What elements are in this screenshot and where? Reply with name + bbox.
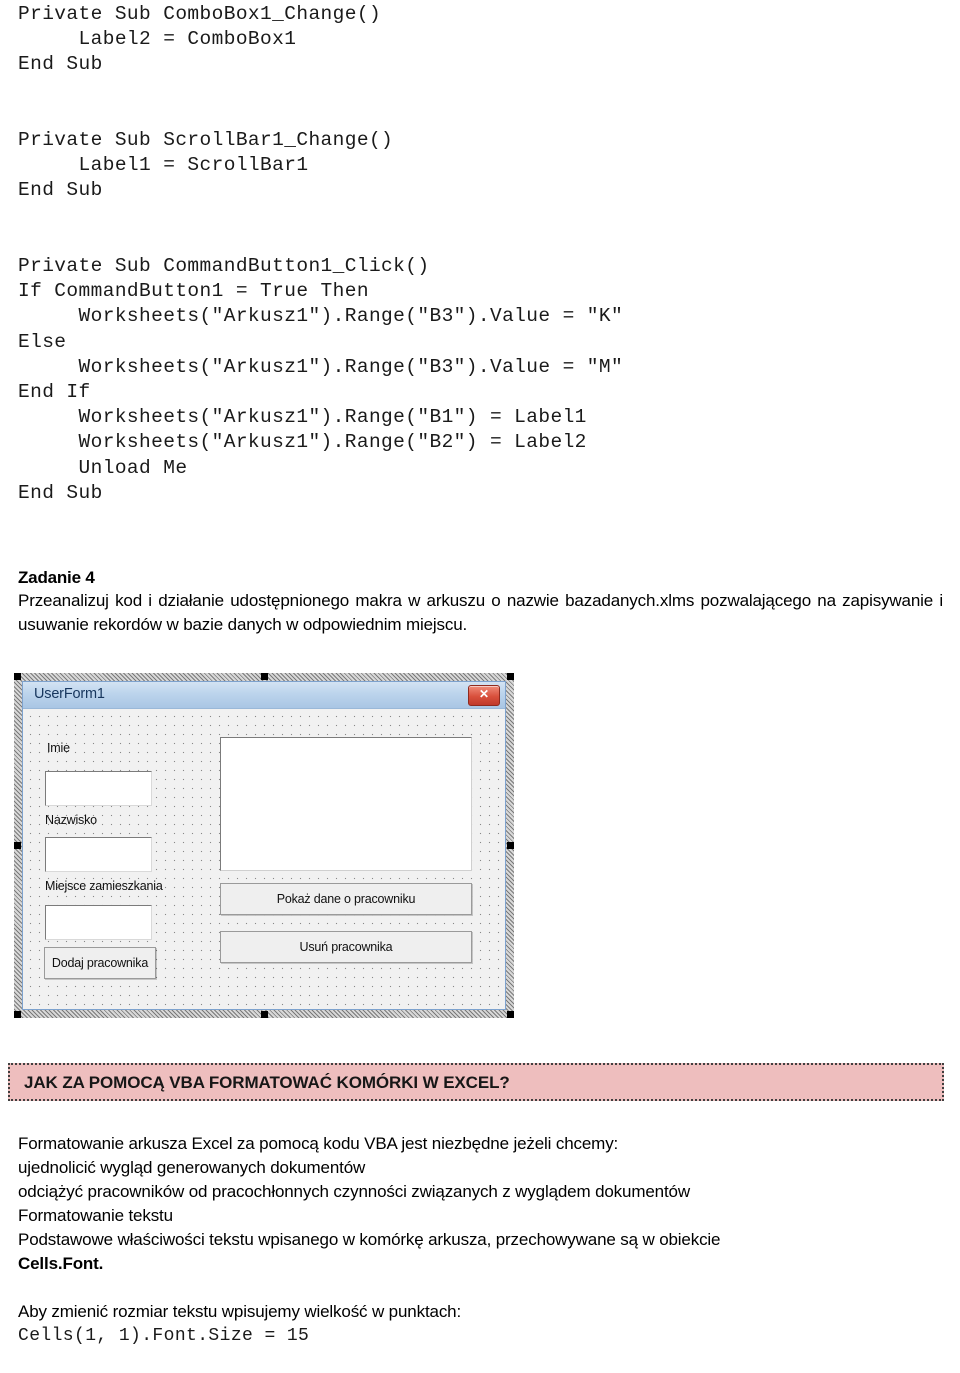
close-button[interactable]: ✕ xyxy=(468,685,500,706)
userform-title-text: UserForm1 xyxy=(34,686,105,702)
body-line-7: Aby zmienić rozmiar tekstu wpisujemy wie… xyxy=(18,1302,462,1321)
selection-handle-n[interactable] xyxy=(261,673,268,680)
zadanie-heading: Zadanie 4 xyxy=(18,568,95,587)
button-dodaj-pracownika[interactable]: Dodaj pracownika xyxy=(44,947,156,979)
body-line-2: ujednolicić wygląd generowanych dokument… xyxy=(18,1158,366,1177)
code-line-cells-font-size: Cells(1, 1).Font.Size = 15 xyxy=(18,1326,310,1346)
selection-handle-nw[interactable] xyxy=(14,673,21,680)
selection-handle-ne[interactable] xyxy=(507,673,514,680)
code-block-combobox-change: Private Sub ComboBox1_Change() Label2 = … xyxy=(18,3,382,76)
close-icon: ✕ xyxy=(478,687,490,701)
code-block-commandbutton-click: Private Sub CommandButton1_Click() If Co… xyxy=(18,255,624,504)
zadanie-paragraph: Przeanalizuj kod i działanie udostępnion… xyxy=(18,591,943,634)
body-section: Formatowanie arkusza Excel za pomocą kod… xyxy=(18,1132,943,1349)
body-line-6-cells-font: Cells.Font. xyxy=(18,1254,104,1273)
button-pokaz-dane-o-pracowniku[interactable]: Pokaż dane o pracowniku xyxy=(220,883,472,915)
textbox-miejsce-zamieszkania[interactable] xyxy=(45,905,152,940)
label-miejsce-zamieszkania: Miejsce zamieszkania xyxy=(45,879,163,893)
code-block-scrollbar-change: Private Sub ScrollBar1_Change() Label1 =… xyxy=(18,129,394,202)
userform-designer-figure: UserForm1 ✕ Imie Nazwisko Miejsce zamies… xyxy=(14,673,514,1018)
textbox-nazwisko[interactable] xyxy=(45,837,152,872)
userform-canvas[interactable]: Imie Nazwisko Miejsce zamieszkania Dodaj… xyxy=(23,709,505,1009)
label-imie: Imie xyxy=(47,741,70,755)
body-line-5: Podstawowe właściwości tekstu wpisanego … xyxy=(18,1230,721,1249)
textbox-imie[interactable] xyxy=(45,771,152,806)
selection-handle-sw[interactable] xyxy=(14,1011,21,1018)
zadanie-section: Zadanie 4 Przeanalizuj kod i działanie u… xyxy=(18,566,943,637)
body-line-3: odciążyć pracowników od pracochłonnych c… xyxy=(18,1182,690,1201)
button-usun-pracownika[interactable]: Usuń pracownika xyxy=(220,931,472,963)
selection-handle-s[interactable] xyxy=(261,1011,268,1018)
selection-handle-e[interactable] xyxy=(507,842,514,849)
userform-titlebar[interactable]: UserForm1 ✕ xyxy=(23,682,505,709)
selection-handle-se[interactable] xyxy=(507,1011,514,1018)
selection-handle-w[interactable] xyxy=(14,842,21,849)
selection-frame: UserForm1 ✕ Imie Nazwisko Miejsce zamies… xyxy=(14,673,514,1018)
section-banner: JAK ZA POMOCĄ VBA FORMATOWAĆ KOMÓRKI W E… xyxy=(8,1063,944,1101)
listbox-pracownicy[interactable] xyxy=(220,737,472,871)
userform-window: UserForm1 ✕ Imie Nazwisko Miejsce zamies… xyxy=(22,681,506,1010)
section-banner-title: JAK ZA POMOCĄ VBA FORMATOWAĆ KOMÓRKI W E… xyxy=(24,1073,510,1092)
label-nazwisko: Nazwisko xyxy=(45,813,97,827)
body-line-1: Formatowanie arkusza Excel za pomocą kod… xyxy=(18,1134,619,1153)
body-line-4: Formatowanie tekstu xyxy=(18,1206,173,1225)
